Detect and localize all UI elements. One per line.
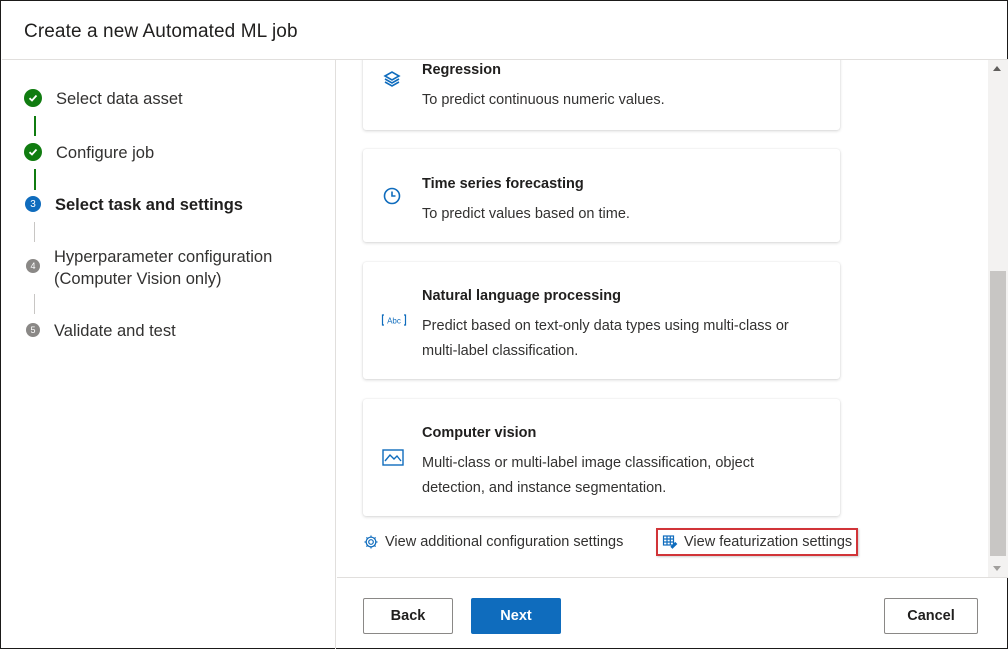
vertical-scrollbar[interactable] [988,60,1008,577]
step-label: Configure job [56,144,155,162]
step-validate-and-test[interactable]: 5 Validate and test [24,320,176,342]
task-card-computer-vision[interactable]: Computer vision Multi-class or multi-lab… [363,399,840,516]
step-connector [34,222,35,242]
step-connector [34,294,35,314]
scroll-down-arrow-icon[interactable] [993,566,1001,571]
next-button[interactable]: Next [471,598,561,634]
task-card-regression[interactable]: Regression To predict continuous numeric… [363,60,840,130]
step-label: Hyperparameter configuration (Computer V… [54,246,272,290]
step-configure-job[interactable]: Configure job [24,142,154,164]
scrollbar-thumb[interactable] [990,271,1006,556]
cancel-button[interactable]: Cancel [884,598,978,634]
link-label: View featurization settings [684,534,853,550]
step-number-badge: 4 [26,259,40,273]
clock-icon [381,185,403,207]
task-description: Multi-class or multi-label image classif… [422,455,755,496]
task-description: To predict continuous numeric values. [422,92,665,108]
dialog: Create a new Automated ML job Select dat… [0,0,1008,649]
checkmark-icon [24,143,42,161]
wizard-steps: Select data asset Configure job 3 Select… [2,60,336,649]
checkmark-icon [24,89,42,107]
dialog-footer: Back Next Cancel [337,577,1008,649]
text-abc-icon: Abc [381,310,407,332]
task-title: Regression [422,62,501,78]
step-select-task-and-settings[interactable]: 3 Select task and settings [24,194,243,216]
svg-text:Abc: Abc [387,317,401,326]
step-hyperparameter-configuration[interactable]: 4 Hyperparameter configuration (Computer… [24,246,272,290]
task-list: Regression To predict continuous numeric… [337,60,988,577]
back-button[interactable]: Back [363,598,453,634]
task-description: To predict values based on time. [422,206,630,222]
step-number-badge: 5 [26,323,40,337]
settings-links: View additional configuration settings V… [363,528,883,556]
task-title: Time series forecasting [422,176,584,192]
featurization-icon [662,534,678,550]
regression-icon [381,68,403,90]
step-connector [34,116,36,136]
step-label: Select task and settings [55,196,243,214]
task-description: Predict based on text-only data types us… [422,318,789,359]
step-connector [34,169,36,190]
step-label: Select data asset [56,90,183,108]
step-label-line: Hyperparameter configuration [54,248,273,266]
view-featurization-settings-link[interactable]: View featurization settings [656,528,859,556]
task-title: Natural language processing [422,288,622,304]
task-card-time-series-forecasting[interactable]: Time series forecasting To predict value… [363,149,840,242]
dialog-title: Create a new Automated ML job [24,21,298,42]
image-icon [381,447,404,469]
link-label: View additional configuration settings [385,534,624,550]
task-card-natural-language-processing[interactable]: Abc Natural language processing Predict … [363,262,840,379]
step-number-badge: 3 [25,196,41,212]
step-label: Validate and test [54,322,176,340]
scroll-up-arrow-icon[interactable] [993,66,1001,71]
gear-icon [363,534,379,550]
dialog-header: Create a new Automated ML job [2,2,1008,60]
task-title: Computer vision [422,425,537,441]
step-select-data-asset[interactable]: Select data asset [24,88,183,110]
step-label-line: (Computer Vision only) [54,270,222,288]
view-additional-configuration-link[interactable]: View additional configuration settings [363,528,623,556]
